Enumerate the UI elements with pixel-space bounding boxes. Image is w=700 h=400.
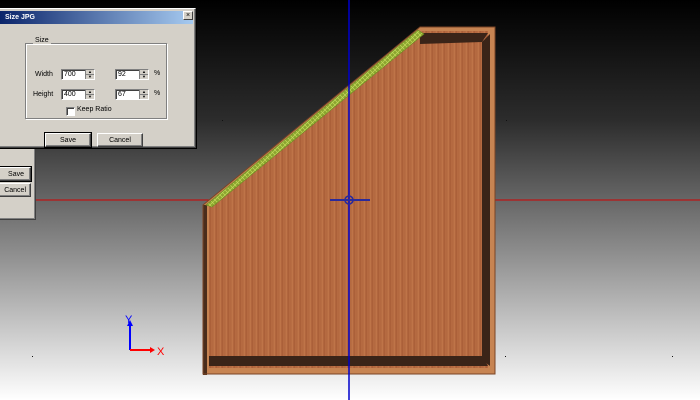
width-px-value: 700 [64,71,76,78]
size-jpg-dialog: Size JPG × Size Width 700 ▲ ▼ 92 ▲ ▼ % H… [0,8,196,148]
background-cancel-button[interactable]: Cancel [0,183,31,197]
close-icon[interactable]: × [183,11,193,20]
3d-viewport[interactable]: Y X Save Cancel Size JPG × Size Width 70… [0,0,700,400]
cancel-button[interactable]: Cancel [97,133,143,147]
y-axis-label: Y [125,314,133,326]
height-pct-stepper[interactable]: 67 ▲ ▼ [115,89,149,100]
height-percent-sign: % [154,90,161,97]
width-pct-down-arrow-icon[interactable]: ▼ [140,75,148,79]
height-label: Height [33,91,54,98]
keep-ratio-label: Keep Ratio [77,106,112,113]
height-px-down-arrow-icon[interactable]: ▼ [86,95,94,99]
keep-ratio-checkbox[interactable] [66,107,75,116]
width-px-stepper[interactable]: 700 ▲ ▼ [61,69,95,80]
width-pct-value: 92 [118,71,126,78]
axis-triad: Y X [125,314,165,358]
dialog-title-bar[interactable]: Size JPG [0,11,193,24]
width-percent-sign: % [154,70,161,77]
height-pct-value: 67 [118,91,126,98]
dialog-title: Size JPG [5,14,35,21]
height-pct-down-arrow-icon[interactable]: ▼ [140,95,148,99]
width-px-down-arrow-icon[interactable]: ▼ [86,75,94,79]
background-save-button[interactable]: Save [0,166,32,182]
save-button[interactable]: Save [44,132,92,148]
x-axis-label: X [157,346,165,358]
height-px-value: 400 [64,91,76,98]
width-pct-stepper[interactable]: 92 ▲ ▼ [115,69,149,80]
width-label: Width [35,71,53,78]
height-px-stepper[interactable]: 400 ▲ ▼ [61,89,95,100]
size-group-label: Size [33,37,51,44]
